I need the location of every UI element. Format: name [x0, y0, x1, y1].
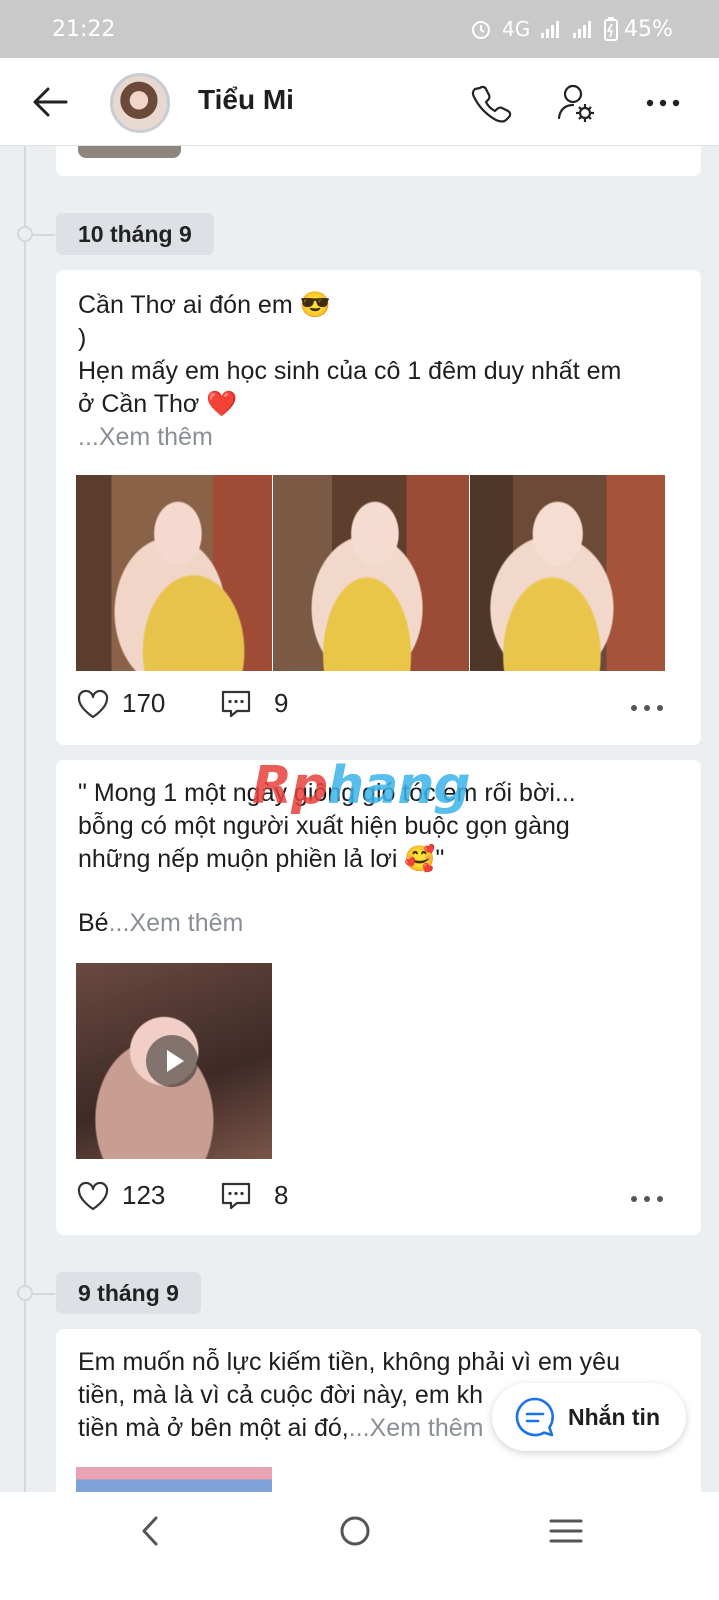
system-nav-bar: [0, 1492, 719, 1600]
post-video-thumbnail[interactable]: [76, 963, 272, 1159]
post-text-line: Hẹn mấy em học sinh của cô 1 đêm duy nhấ…: [78, 357, 622, 385]
post-text-line: ở Cần Thơ ❤️: [78, 390, 238, 418]
network-type: 4G: [502, 17, 531, 41]
like-count: 170: [122, 688, 166, 718]
comment-count: 9: [274, 688, 289, 718]
like-button[interactable]: 123: [76, 1180, 165, 1211]
post-card[interactable]: Cần Thơ ai đón em 😎 ) Hẹn mấy em học sin…: [56, 270, 701, 745]
comment-icon: [221, 1182, 251, 1209]
more-icon[interactable]: [640, 80, 686, 126]
see-more[interactable]: ...Xem thêm: [78, 421, 213, 454]
phone-icon[interactable]: [468, 80, 514, 126]
date-label: 10 tháng 9: [56, 213, 214, 255]
post-text-line: ): [78, 324, 87, 352]
user-settings-icon[interactable]: [553, 80, 599, 126]
comment-button[interactable]: 8: [220, 1180, 288, 1211]
post-photo[interactable]: [273, 475, 469, 671]
post-photo[interactable]: [76, 475, 272, 671]
avatar[interactable]: [110, 73, 170, 133]
timeline-line: [24, 146, 26, 1526]
alarm-icon: [472, 21, 490, 39]
post-text-line: những nếp muộn phiền lả lơi 🥰": [78, 845, 445, 873]
timeline-dot: [17, 226, 55, 242]
timeline-dot: [17, 1285, 55, 1301]
status-icons: 4G: [470, 17, 619, 41]
post-text-line: Cần Thơ ai đón em 😎: [78, 291, 331, 319]
comment-count: 8: [274, 1180, 289, 1210]
see-more-link[interactable]: Xem thêm: [129, 909, 243, 937]
post-photo[interactable]: [470, 475, 665, 671]
nav-back-icon[interactable]: [136, 1514, 166, 1548]
see-more[interactable]: tiền mà ở bên một ai đó,...Xem thêm: [78, 1412, 483, 1445]
chat-bubble-icon: [515, 1397, 554, 1437]
previous-post-card: [56, 146, 701, 176]
watermark-logo: Rphang: [252, 756, 471, 816]
previous-post-photo[interactable]: [78, 146, 181, 158]
page-title[interactable]: Tiểu Mi: [198, 84, 294, 116]
post-more-icon[interactable]: [629, 703, 665, 713]
like-button[interactable]: 170: [76, 688, 165, 719]
play-icon[interactable]: [146, 1035, 198, 1087]
nav-home-icon[interactable]: [338, 1514, 372, 1548]
battery-percent: 45%: [624, 17, 673, 42]
signal-icon-2: [573, 21, 592, 38]
status-time: 21:22: [52, 17, 116, 42]
message-button-label: Nhắn tin: [568, 1403, 660, 1430]
chat-profile-header: Tiểu Mi: [0, 58, 719, 146]
see-more-link[interactable]: Xem thêm: [99, 423, 213, 451]
post-more-icon[interactable]: [629, 1194, 665, 1204]
see-more[interactable]: Bé...Xem thêm: [78, 907, 243, 940]
heart-icon: [77, 689, 109, 718]
back-arrow-icon[interactable]: [28, 82, 72, 122]
status-bar: 21:22 4G 45%: [0, 0, 719, 58]
see-more-link[interactable]: Xem thêm: [370, 1414, 484, 1442]
post-card[interactable]: " Mong 1 một ngày giông gió tóc em rối b…: [56, 760, 701, 1235]
comment-icon: [221, 690, 251, 717]
like-count: 123: [122, 1180, 166, 1210]
post-text-line: tiền, mà là vì cả cuộc đời này, em kh: [78, 1381, 483, 1409]
heart-icon: [77, 1181, 109, 1210]
date-label: 9 tháng 9: [56, 1272, 201, 1314]
battery-icon: [604, 17, 619, 41]
nav-recents-icon[interactable]: [548, 1516, 584, 1546]
message-button[interactable]: Nhắn tin: [492, 1383, 686, 1451]
post-text-line: Em muốn nỗ lực kiếm tiền, không phải vì …: [78, 1348, 620, 1376]
signal-icon: [541, 21, 560, 38]
comment-button[interactable]: 9: [220, 688, 288, 719]
